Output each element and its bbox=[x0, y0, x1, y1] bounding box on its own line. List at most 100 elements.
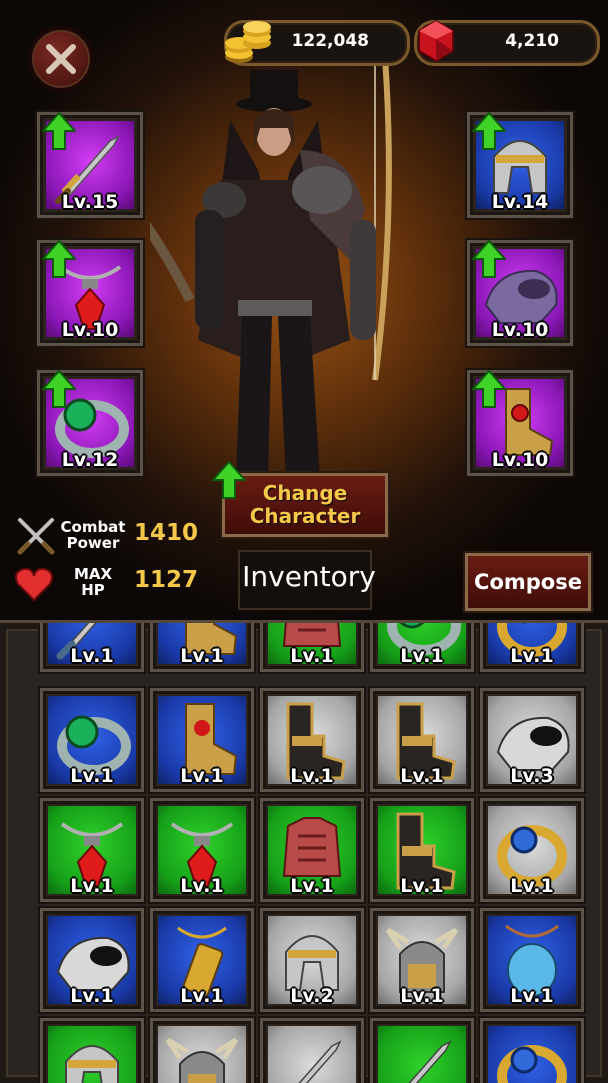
upgrade-arrow-icon bbox=[42, 111, 76, 150]
item-level: Lv.1 bbox=[510, 875, 554, 897]
upgrade-arrow-icon bbox=[212, 460, 246, 499]
item-level: Lv.1 bbox=[400, 645, 444, 667]
gem-amount: 4,210 bbox=[505, 31, 559, 51]
gold-amount: 122,048 bbox=[291, 31, 369, 51]
inventory-item-helmet[interactable] bbox=[40, 1018, 144, 1083]
inventory-item-necklace[interactable]: Lv.1 bbox=[40, 798, 144, 902]
change-character-label: Change Character bbox=[250, 482, 361, 528]
heart-icon bbox=[15, 567, 53, 602]
inventory-item-shoulder[interactable]: Lv.3 bbox=[480, 688, 584, 792]
max-hp-label: MAX HP bbox=[58, 566, 128, 598]
inventory-item-boots[interactable]: Lv.1 bbox=[150, 688, 254, 792]
inventory-item-shoulder[interactable]: Lv.1 bbox=[40, 908, 144, 1012]
item-background bbox=[268, 1026, 356, 1083]
combat-power-label: Combat Power bbox=[58, 519, 128, 551]
item-level: Lv.1 bbox=[180, 875, 224, 897]
combat-power-value: 1410 bbox=[134, 520, 199, 546]
inventory-item-ring[interactable]: Lv.1 bbox=[40, 688, 144, 792]
inventory-item-horned-helmet[interactable] bbox=[150, 1018, 254, 1083]
item-level: Lv.1 bbox=[400, 765, 444, 787]
inventory-item-ring[interactable]: Lv.1 bbox=[370, 623, 474, 672]
inventory-item-armor[interactable]: Lv.1 bbox=[260, 623, 364, 672]
compose-label: Compose bbox=[474, 570, 582, 594]
combat-label-line1: Combat bbox=[60, 518, 126, 536]
inventory-panel[interactable]: Lv.1 Lv.1 Lv.1 Lv.1 Lv.1 Lv.1 Lv.1 Lv.1 Lv.1 Lv.3… bbox=[0, 620, 608, 1083]
inventory-item-ring-gold[interactable]: Lv.1 bbox=[480, 623, 584, 672]
item-level: Lv.12 bbox=[61, 449, 119, 471]
inventory-item-greaves[interactable]: Lv.1 bbox=[370, 798, 474, 902]
item-level: Lv.3 bbox=[510, 765, 554, 787]
inventory-item-greaves[interactable]: Lv.1 bbox=[260, 688, 364, 792]
combat-label-line2: Power bbox=[66, 534, 120, 552]
item-background bbox=[378, 1026, 466, 1083]
equip-slot-necklace[interactable]: Lv.10 bbox=[37, 239, 143, 346]
helmet-icon bbox=[65, 1045, 119, 1083]
inventory-item-greaves[interactable]: Lv.1 bbox=[370, 688, 474, 792]
sword-icon bbox=[298, 1040, 342, 1083]
item-level: Lv.1 bbox=[510, 985, 554, 1007]
item-level: Lv.1 bbox=[70, 875, 114, 897]
item-level: Lv.1 bbox=[290, 765, 334, 787]
compose-button[interactable]: Compose bbox=[465, 553, 591, 611]
inventory-item-gem-pendant[interactable]: Lv.1 bbox=[480, 908, 584, 1012]
crossed-swords-icon bbox=[17, 518, 55, 555]
item-level: Lv.1 bbox=[400, 985, 444, 1007]
upgrade-arrow-icon bbox=[42, 369, 76, 408]
item-level: Lv.1 bbox=[400, 875, 444, 897]
inventory-item-amulet[interactable]: Lv.1 bbox=[150, 908, 254, 1012]
inventory-grid[interactable]: Lv.1 Lv.1 Lv.1 Lv.1 Lv.1 Lv.1 Lv.1 Lv.1 Lv.1 Lv.3… bbox=[0, 623, 608, 1083]
max-hp-value: 1127 bbox=[134, 567, 199, 593]
ring-gold-icon bbox=[497, 1045, 567, 1083]
upgrade-arrow-icon bbox=[472, 369, 506, 408]
item-level: Lv.10 bbox=[61, 319, 119, 341]
hp-label-line1: MAX bbox=[73, 565, 113, 583]
equip-slot-boots[interactable]: Lv.10 bbox=[467, 369, 573, 476]
item-level: Lv.1 bbox=[290, 645, 334, 667]
character-model bbox=[150, 40, 392, 480]
equip-slot-shoulder[interactable]: Lv.10 bbox=[467, 239, 573, 346]
equip-slot-weapon[interactable]: Lv.15 bbox=[37, 111, 143, 218]
change-character-button[interactable]: Change Character bbox=[222, 473, 388, 537]
inventory-item-armor[interactable]: Lv.1 bbox=[260, 798, 364, 902]
item-level: Lv.1 bbox=[70, 645, 114, 667]
item-background bbox=[488, 1026, 576, 1083]
equip-slot-helmet[interactable]: Lv.14 bbox=[467, 111, 573, 218]
item-level: Lv.10 bbox=[491, 319, 549, 341]
gem-counter: 4,210 bbox=[414, 19, 600, 66]
item-level: Lv.1 bbox=[290, 875, 334, 897]
change-label-line1: Change bbox=[262, 481, 348, 505]
item-level: Lv.2 bbox=[290, 985, 334, 1007]
inventory-item-ring-gold[interactable]: Lv.1 bbox=[480, 798, 584, 902]
item-background bbox=[48, 1026, 136, 1083]
inventory-item-boots[interactable]: Lv.1 bbox=[150, 623, 254, 672]
item-level: Lv.1 bbox=[510, 645, 554, 667]
close-icon bbox=[46, 44, 76, 74]
sword-icon bbox=[408, 1040, 452, 1083]
change-label-line2: Character bbox=[249, 504, 361, 528]
upgrade-arrow-icon bbox=[472, 111, 506, 150]
inventory-item-sword[interactable]: Lv.1 bbox=[40, 623, 144, 672]
gold-coins-icon bbox=[225, 21, 271, 63]
inventory-title-text: Inventory bbox=[242, 560, 376, 593]
item-level: Lv.15 bbox=[61, 191, 119, 213]
inventory-title: Inventory bbox=[238, 550, 376, 610]
close-button[interactable] bbox=[28, 26, 94, 92]
equip-slot-ring[interactable]: Lv.12 bbox=[37, 369, 143, 476]
inventory-item-horned-helmet[interactable]: Lv.1 bbox=[370, 908, 474, 1012]
upgrade-arrow-icon bbox=[472, 239, 506, 278]
horned-helmet-icon bbox=[165, 1037, 239, 1083]
item-level: Lv.14 bbox=[491, 191, 549, 213]
inventory-item-ring-gold[interactable] bbox=[480, 1018, 584, 1083]
red-gem-icon bbox=[418, 19, 454, 63]
inventory-item-necklace[interactable]: Lv.1 bbox=[150, 798, 254, 902]
gold-counter: 122,048 bbox=[224, 20, 410, 66]
inventory-item-sword[interactable] bbox=[260, 1018, 364, 1083]
inventory-item-sword[interactable] bbox=[370, 1018, 474, 1083]
item-level: Lv.1 bbox=[70, 765, 114, 787]
item-level: Lv.1 bbox=[70, 985, 114, 1007]
item-level: Lv.1 bbox=[180, 985, 224, 1007]
item-background bbox=[158, 1026, 246, 1083]
item-level: Lv.1 bbox=[180, 645, 224, 667]
inventory-item-helmet[interactable]: Lv.2 bbox=[260, 908, 364, 1012]
upgrade-arrow-icon bbox=[42, 239, 76, 278]
